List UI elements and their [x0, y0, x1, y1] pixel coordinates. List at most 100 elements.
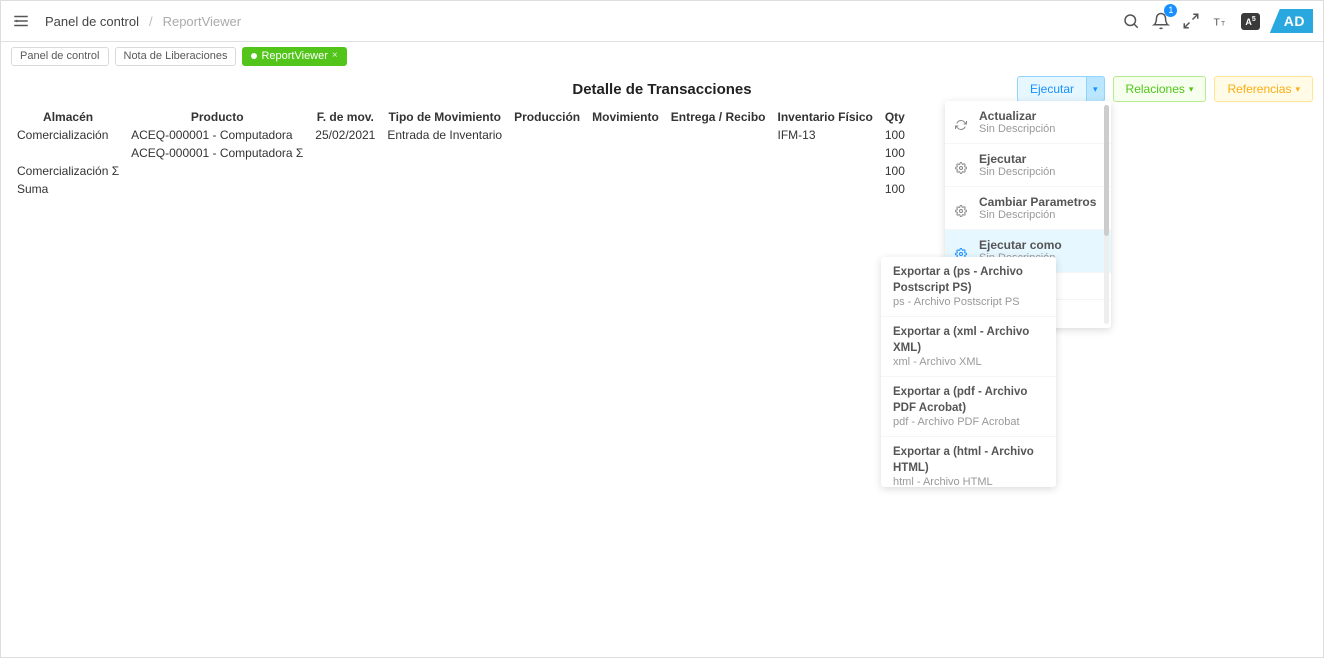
table-cell — [771, 144, 878, 162]
submenu-item[interactable]: Exportar a (pdf - Archivo PDF Acrobat)pd… — [881, 377, 1056, 437]
menu-item-desc: Sin Descripción — [979, 123, 1055, 135]
table-cell — [586, 126, 665, 144]
table-cell — [665, 180, 772, 198]
column-header: Entrega / Recibo — [665, 108, 772, 126]
chevron-down-icon: ▾ — [1189, 85, 1194, 94]
table-row[interactable]: ACEQ-000001 - Computadora Σ 100 — [11, 144, 911, 162]
column-header: Producto — [125, 108, 309, 126]
table-cell: ACEQ-000001 - Computadora — [125, 126, 309, 144]
table-cell — [508, 180, 586, 198]
menu-item[interactable]: ActualizarSin Descripción — [945, 101, 1111, 144]
column-header: Qty — [879, 108, 911, 126]
menu-toggle-icon[interactable] — [11, 11, 31, 31]
fullscreen-icon[interactable] — [1181, 11, 1201, 31]
table-cell: 100 — [879, 126, 911, 144]
table-cell — [381, 180, 508, 198]
table-cell: ACEQ-000001 - Computadora Σ — [125, 144, 309, 162]
table-cell — [771, 180, 878, 198]
ejecutar-como-submenu: Exportar a (ps - Archivo Postscript PS)p… — [881, 257, 1056, 487]
chevron-down-icon: ▾ — [1093, 85, 1098, 94]
menu-item-title: Ejecutar — [979, 152, 1055, 166]
table-row[interactable]: ComercializaciónACEQ-000001 - Computador… — [11, 126, 911, 144]
table-cell: Comercialización — [11, 126, 125, 144]
submenu-item-title: Exportar a (pdf - Archivo PDF Acrobat) — [893, 385, 1044, 416]
column-header: Movimiento — [586, 108, 665, 126]
breadcrumb-home[interactable]: Panel de control — [45, 14, 139, 29]
table-cell: Suma — [11, 180, 125, 198]
table-cell: 100 — [879, 180, 911, 198]
menu-item[interactable]: Cambiar ParametrosSin Descripción — [945, 187, 1111, 230]
header-bar: Panel de control / ReportViewer 1 TT A5 … — [1, 1, 1323, 42]
table-cell — [771, 162, 878, 180]
svg-text:T: T — [1214, 17, 1221, 29]
table-cell — [11, 144, 125, 162]
table-cell: 25/02/2021 — [309, 126, 381, 144]
language-badge[interactable]: A5 — [1241, 13, 1259, 30]
submenu-item-title: Exportar a (html - Archivo HTML) — [893, 445, 1044, 476]
submenu-item-title: Exportar a (xml - Archivo XML) — [893, 325, 1044, 356]
submenu-item-desc: html - Archivo HTML — [893, 476, 1044, 487]
notif-badge: 1 — [1164, 4, 1177, 17]
scrollbar[interactable] — [1104, 105, 1109, 324]
table-cell — [586, 162, 665, 180]
table-row[interactable]: Suma 100 — [11, 180, 911, 198]
table-cell — [508, 144, 586, 162]
gear-icon — [955, 162, 969, 174]
gear-icon — [955, 205, 969, 217]
breadcrumb-sep: / — [149, 14, 153, 29]
submenu-item[interactable]: Exportar a (html - Archivo HTML)html - A… — [881, 437, 1056, 487]
column-header: Producción — [508, 108, 586, 126]
ejecutar-dropdown-toggle[interactable]: ▾ — [1087, 76, 1105, 102]
table-cell: 100 — [879, 162, 911, 180]
app-logo: AD — [1270, 9, 1313, 33]
table-cell: 100 — [879, 144, 911, 162]
table-cell — [309, 162, 381, 180]
chevron-down-icon: ▾ — [1295, 85, 1300, 94]
submenu-item[interactable]: Exportar a (xml - Archivo XML)xml - Arch… — [881, 317, 1056, 377]
table-cell: IFM-13 — [771, 126, 878, 144]
table-row[interactable]: Comercialización Σ 100 — [11, 162, 911, 180]
menu-item-title: Ejecutar como — [979, 238, 1062, 252]
table-cell — [381, 162, 508, 180]
tab-nota-de-liberaciones[interactable]: Nota de Liberaciones — [115, 47, 237, 66]
table-cell — [381, 144, 508, 162]
tab-reportviewer[interactable]: ReportViewer × — [242, 47, 346, 66]
relaciones-button[interactable]: Relaciones▾ — [1113, 76, 1207, 102]
submenu-item-desc: xml - Archivo XML — [893, 356, 1044, 368]
referencias-button[interactable]: Referencias▾ — [1214, 76, 1313, 102]
table-cell — [309, 144, 381, 162]
submenu-item[interactable]: Exportar a (ps - Archivo Postscript PS)p… — [881, 257, 1056, 317]
tabstrip: Panel de control Nota de Liberaciones Re… — [1, 42, 1323, 70]
close-icon[interactable]: × — [332, 51, 338, 61]
report-table: AlmacénProductoF. de mov.Tipo de Movimie… — [1, 108, 1323, 198]
table-cell: Comercialización Σ — [11, 162, 125, 180]
table-cell — [586, 144, 665, 162]
column-header: F. de mov. — [309, 108, 381, 126]
search-icon[interactable] — [1121, 11, 1141, 31]
tab-panel-de-control[interactable]: Panel de control — [11, 47, 109, 66]
table-cell — [586, 180, 665, 198]
text-size-icon[interactable]: TT — [1211, 11, 1231, 31]
refresh-icon — [955, 119, 969, 131]
table-cell — [508, 126, 586, 144]
menu-item-title: Cambiar Parametros — [979, 195, 1096, 209]
table-cell — [125, 162, 309, 180]
table-cell — [665, 144, 772, 162]
table-cell: Entrada de Inventario — [381, 126, 508, 144]
tab-active-indicator — [251, 53, 257, 59]
table-cell — [665, 162, 772, 180]
breadcrumb-current: ReportViewer — [163, 14, 242, 29]
toolbar: Detalle de Transacciones Ejecutar ▾ Rela… — [1, 70, 1323, 108]
submenu-item-title: Exportar a (ps - Archivo Postscript PS) — [893, 265, 1044, 296]
svg-text:T: T — [1221, 21, 1225, 28]
ejecutar-button[interactable]: Ejecutar — [1017, 76, 1087, 102]
submenu-item-desc: pdf - Archivo PDF Acrobat — [893, 416, 1044, 428]
breadcrumb: Panel de control / ReportViewer — [45, 14, 241, 29]
menu-item[interactable]: EjecutarSin Descripción — [945, 144, 1111, 187]
submenu-item-desc: ps - Archivo Postscript PS — [893, 296, 1044, 308]
notifications-icon[interactable]: 1 — [1151, 11, 1171, 31]
menu-item-desc: Sin Descripción — [979, 166, 1055, 178]
menu-item-desc: Sin Descripción — [979, 209, 1096, 221]
column-header: Tipo de Movimiento — [381, 108, 508, 126]
column-header: Inventario Físico — [771, 108, 878, 126]
